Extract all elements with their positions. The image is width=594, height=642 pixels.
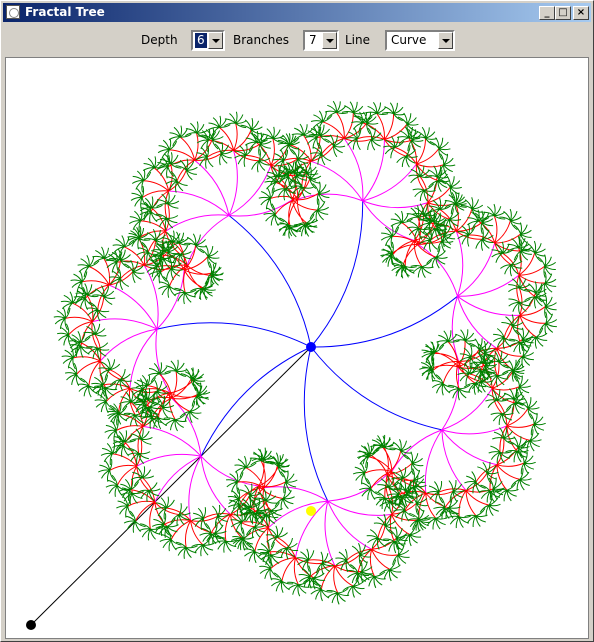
branch-level-0 [30, 346, 312, 626]
close-button[interactable]: × [573, 6, 589, 20]
line-combo[interactable]: Curve [385, 30, 455, 51]
depth-value: 6 [195, 33, 207, 48]
title-bar[interactable]: Fractal Tree _ □ × [3, 3, 591, 22]
app-icon [6, 5, 20, 19]
line-label: Line [345, 33, 371, 47]
fractal-tree-drawing [26, 100, 558, 630]
chevron-down-icon[interactable] [438, 32, 453, 49]
fractal-canvas[interactable] [5, 57, 589, 639]
app-window: Fractal Tree _ □ × Depth 6 Branches 7 Li… [0, 0, 594, 642]
line-value: Curve [391, 33, 427, 47]
minimize-button[interactable]: _ [539, 6, 555, 20]
chevron-down-icon[interactable] [208, 32, 223, 49]
toolbar: Depth 6 Branches 7 Line Curve [5, 25, 589, 57]
branches-value: 7 [309, 33, 317, 47]
branches-label: Branches [233, 33, 289, 47]
depth-combo[interactable]: 6 [191, 30, 225, 51]
root-control-point[interactable] [26, 620, 36, 630]
center-control-point[interactable] [306, 342, 316, 352]
window-title: Fractal Tree [25, 5, 105, 19]
branches-combo[interactable]: 7 [303, 30, 339, 51]
maximize-button[interactable]: □ [555, 6, 571, 20]
chevron-down-icon[interactable] [322, 32, 337, 49]
secondary-control-point[interactable] [306, 506, 316, 516]
depth-label: Depth [141, 33, 178, 47]
